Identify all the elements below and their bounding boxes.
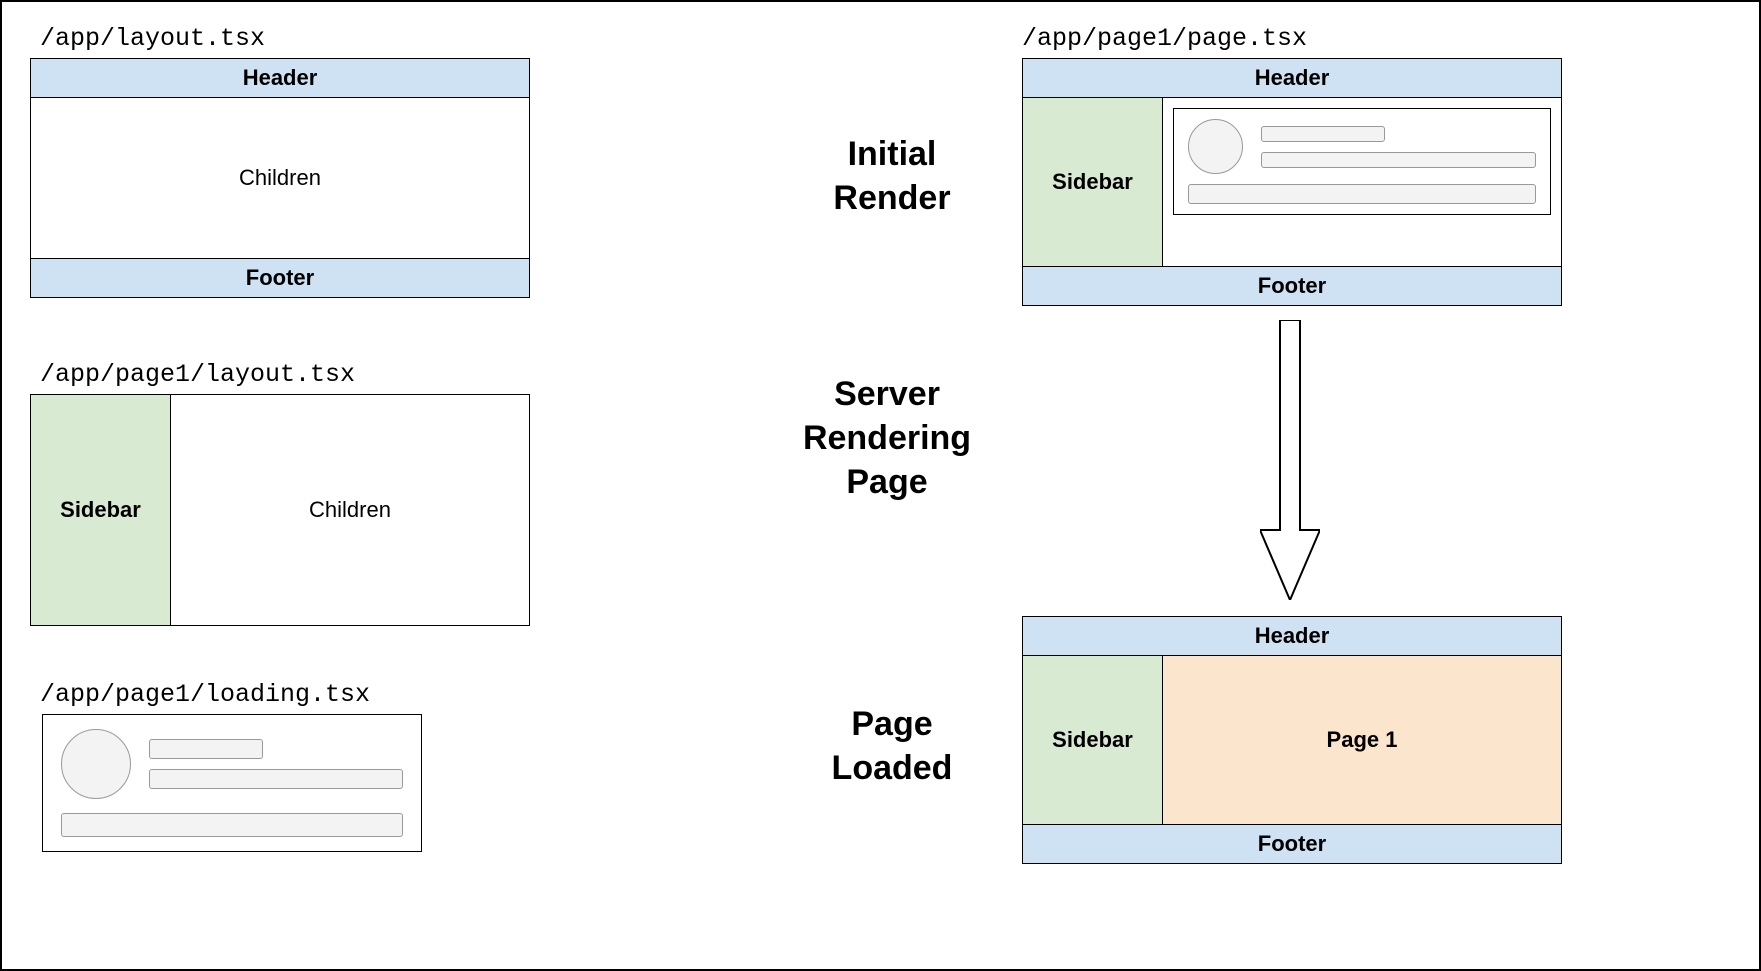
initial-footer: Footer: [1023, 266, 1561, 305]
loading-skeleton: [42, 714, 422, 852]
loaded-footer: Footer: [1023, 824, 1561, 863]
page1-layout-sidebar: Sidebar: [31, 395, 171, 625]
skeleton-avatar-icon: [61, 729, 131, 799]
page1-layout-children: Children: [171, 395, 529, 625]
initial-skeleton-line-long: [1261, 152, 1536, 168]
skeleton-line-full: [61, 813, 403, 837]
root-layout-children: Children: [31, 98, 529, 258]
root-layout-frame: Header Children Footer: [30, 58, 530, 298]
initial-skeleton-line-short: [1261, 126, 1385, 142]
initial-skeleton-line-full: [1188, 184, 1536, 204]
page-path: /app/page1/page.tsx: [1022, 24, 1307, 53]
diagram-canvas: /app/layout.tsx Header Children Footer /…: [0, 0, 1761, 971]
initial-skeleton-avatar-icon: [1188, 119, 1243, 174]
arrow-down-icon: [1260, 320, 1320, 600]
initial-render-frame: Header Sidebar Footer: [1022, 58, 1562, 306]
initial-header: Header: [1023, 59, 1561, 98]
skeleton-line-long: [149, 769, 403, 789]
loaded-page-content: Page 1: [1163, 656, 1561, 824]
phase-server-rendering: Server Rendering Page: [762, 372, 1012, 505]
root-layout-footer: Footer: [31, 258, 529, 297]
page1-layout-path: /app/page1/layout.tsx: [40, 360, 355, 389]
root-layout-header: Header: [31, 59, 529, 98]
skeleton-line-short: [149, 739, 263, 759]
loaded-frame: Header Sidebar Page 1 Footer: [1022, 616, 1562, 864]
loaded-sidebar: Sidebar: [1023, 656, 1163, 824]
loaded-header: Header: [1023, 617, 1561, 656]
loading-path: /app/page1/loading.tsx: [40, 680, 370, 709]
root-layout-path: /app/layout.tsx: [40, 24, 265, 53]
phase-page-loaded: Page Loaded: [782, 702, 1002, 790]
initial-skeleton: [1173, 108, 1551, 215]
page1-layout-frame: Sidebar Children: [30, 394, 530, 626]
initial-sidebar: Sidebar: [1023, 98, 1163, 266]
phase-initial-render: Initial Render: [782, 132, 1002, 220]
